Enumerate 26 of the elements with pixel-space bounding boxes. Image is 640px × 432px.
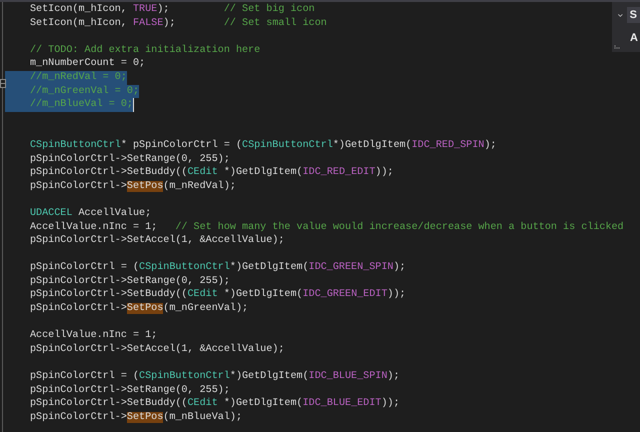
code-line: pSpinColorCtrl->SetPos(m_nBlueVal); bbox=[29, 410, 242, 424]
code-line: pSpinColorCtrl->SetPos(m_nRedVal); bbox=[29, 180, 236, 194]
popup-item[interactable]: S bbox=[626, 7, 640, 23]
popup-item[interactable]: A bbox=[630, 32, 638, 44]
code-line: pSpinColorCtrl->SetBuddy((CEdit *)GetDlgItem(IDC_BLUE_EDIT)); bbox=[29, 397, 400, 411]
code-line: pSpinColorCtrl = (CSpinButtonCtrl*)GetDlgItem(IDC_GREEN_SPIN); bbox=[29, 261, 406, 275]
code-line: // TODO: Add extra initialization here bbox=[29, 44, 260, 58]
code-line: CSpinButtonCtrl* pSpinColorCtrl = (CSpinButtonCtrl*)GetDlgItem(IDC_RED_SPIN); bbox=[29, 138, 496, 153]
code-line: pSpinColorCtrl->SetBuddy((CEdit *)GetDlgItem(IDC_GREEN_EDIT)); bbox=[29, 288, 406, 302]
code-line: SetIcon(m_hIcon, TRUE); // Set big icon bbox=[29, 3, 315, 17]
code-line: pSpinColorCtrl = (CSpinButtonCtrl*)GetDlgItem(IDC_BLUE_SPIN); bbox=[29, 370, 400, 384]
code-line: m_nNumberCount = 0; bbox=[29, 57, 146, 71]
code-line: pSpinColorCtrl->SetRange(0, 255); bbox=[29, 152, 230, 166]
chevron-down-icon[interactable] bbox=[618, 12, 623, 18]
code-line: pSpinColorCtrl->SetRange(0, 255); bbox=[29, 384, 230, 398]
code-line: pSpinColorCtrl->SetBuddy((CEdit *)GetDlgItem(IDC_RED_EDIT)); bbox=[29, 166, 394, 180]
code-line: pSpinColorCtrl->SetAccel(1, &AccellValue); bbox=[29, 342, 284, 356]
code-line: UDACCEL AccellValue; bbox=[29, 206, 152, 220]
code-line: pSpinColorCtrl->SetRange(0, 255); bbox=[29, 274, 230, 288]
collapse-icon[interactable] bbox=[0, 79, 6, 88]
code-line: AccellValue.nInc = 1; bbox=[29, 329, 158, 343]
code-line: pSpinColorCtrl->SetAccel(1, &AccellValue); bbox=[29, 234, 284, 248]
code-line: pSpinColorCtrl->SetPos(m_nGreenVal); bbox=[29, 302, 248, 316]
code-line: AccellValue.nInc = 1; // Set how many the value would increase/decrease when a button is clicked bbox=[29, 220, 624, 234]
resize-grip-icon[interactable] bbox=[614, 45, 620, 49]
code-line: SetIcon(m_hIcon, FALSE); // Set small icon bbox=[29, 16, 327, 30]
